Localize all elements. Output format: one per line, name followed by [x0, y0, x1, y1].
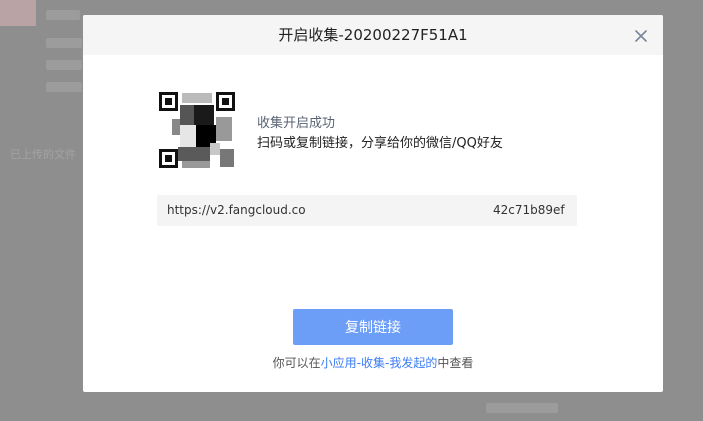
hint-prefix: 你可以在: [272, 356, 321, 370]
background-line: [46, 10, 80, 20]
my-collections-link[interactable]: 小应用-收集-我发起的: [321, 356, 438, 370]
share-link-end: 42c71b89ef: [493, 203, 565, 217]
background-line: [486, 403, 558, 413]
qr-code-icon: [158, 91, 236, 169]
background-faded-label: 已上传的文件: [10, 148, 76, 161]
background-line: [46, 38, 82, 48]
background-avatar: [0, 0, 36, 26]
background-line: [46, 60, 82, 70]
close-icon[interactable]: [632, 27, 650, 45]
collection-dialog: 开启收集-20200227F51A1 收集开启成功 扫码或复制链接，分享给你的微…: [83, 15, 663, 392]
share-link-field[interactable]: https://v2.fangcloud.com/ 42c71b89ef: [157, 195, 577, 226]
copy-link-button[interactable]: 复制链接: [293, 309, 453, 345]
dialog-title: 开启收集-20200227F51A1: [278, 26, 468, 44]
hint-suffix: 中查看: [437, 356, 474, 370]
collection-status-text: 收集开启成功: [257, 116, 336, 131]
dialog-header: 开启收集-20200227F51A1: [83, 15, 663, 55]
share-instruction-text: 扫码或复制链接，分享给你的微信/QQ好友: [257, 136, 503, 151]
hint-text: 你可以在小应用-收集-我发起的中查看: [83, 354, 663, 371]
link-redaction: [305, 202, 491, 219]
background-line: [46, 82, 82, 92]
